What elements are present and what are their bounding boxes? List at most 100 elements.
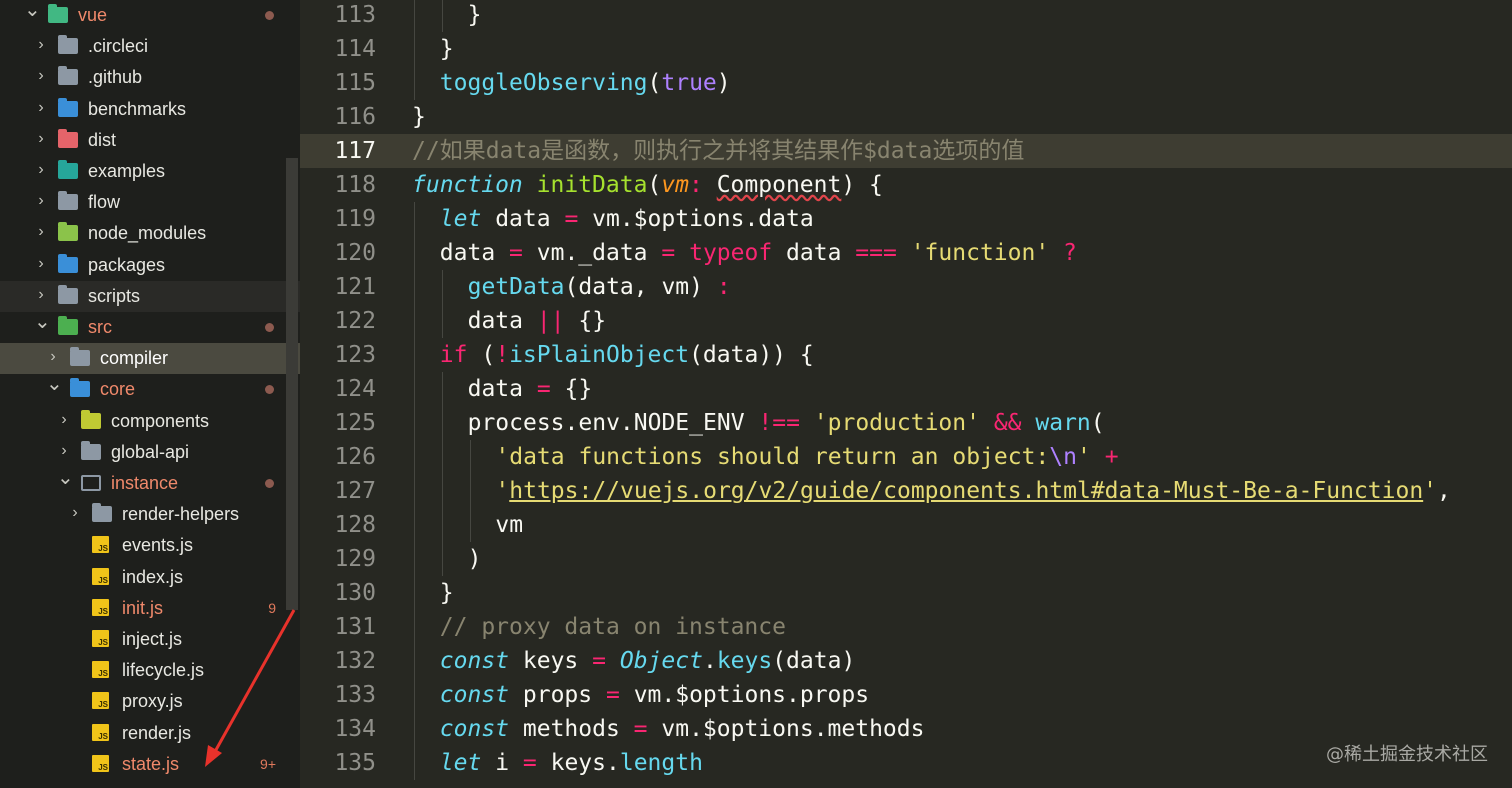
code-line[interactable]: 122 data || {} (300, 304, 1512, 338)
code-token: props (509, 682, 606, 708)
chevron-down-icon[interactable]: ⌄ (24, 0, 41, 20)
tree-item-global-api[interactable]: › global-api (0, 437, 300, 468)
indent-guide (414, 372, 415, 406)
code-token: = (661, 240, 676, 266)
chevron-right-icon[interactable]: › (34, 129, 48, 149)
chevron-right-icon[interactable]: › (34, 191, 48, 211)
indent-guide (441, 542, 443, 576)
code-line[interactable]: 124 data = {} (300, 372, 1512, 406)
tree-item-label: index.js (122, 567, 184, 587)
tree-item-src[interactable]: ⌄ src (0, 312, 300, 343)
code-line[interactable]: 115 toggleObserving(true) (300, 66, 1512, 100)
chevron-down-icon[interactable]: ⌄ (57, 468, 74, 488)
code-line[interactable]: 121 getData(data, vm) : (300, 270, 1512, 304)
indent-guide (441, 270, 443, 304)
tree-item-scripts[interactable]: › scripts (0, 281, 300, 312)
code-token: getData (467, 274, 565, 300)
code-line[interactable]: 116} (300, 100, 1512, 134)
code-line[interactable]: 118 function initData(vm: Component) { (300, 168, 1512, 202)
line-number: 128 (334, 512, 376, 538)
code-token: // proxy data on instance (439, 614, 786, 640)
chevron-right-icon[interactable]: › (34, 98, 48, 118)
code-line[interactable]: 127 'https://vuejs.org/v2/guide/component… (300, 474, 1512, 508)
code-line[interactable]: 119 let data = vm.$options.data (300, 202, 1512, 236)
line-number: 127 (334, 478, 376, 504)
chevron-right-icon[interactable]: › (46, 347, 60, 367)
tree-item-compiler[interactable]: › compiler (0, 343, 300, 374)
tree-item-components[interactable]: › components (0, 406, 300, 437)
code-line[interactable]: 126 'data functions should return an obje… (300, 440, 1512, 474)
tree-item-flow[interactable]: › flow (0, 187, 300, 218)
code-line[interactable]: 125 process.env.NODE_ENV !== 'production'… (300, 406, 1512, 440)
line-number: 131 (334, 614, 376, 640)
line-number: 133 (334, 682, 376, 708)
tree-item-core[interactable]: ⌄ core (0, 374, 300, 405)
tree-item-label: node_modules (88, 223, 207, 243)
tree-item-benchmarks[interactable]: › benchmarks (0, 94, 300, 125)
code-line[interactable]: 120 data = vm._data = typeof data === 'fu… (300, 236, 1512, 270)
tree-item-dist[interactable]: › dist (0, 125, 300, 156)
code-token: } (439, 580, 454, 606)
code-token: (data) (772, 648, 856, 674)
code-line[interactable]: 123 if (!isPlainObject(data)) { (300, 338, 1512, 372)
js-file-icon (92, 724, 109, 741)
chevron-right-icon[interactable]: › (34, 160, 48, 180)
chevron-right-icon[interactable]: › (57, 441, 71, 461)
js-file-icon (92, 568, 109, 585)
chevron-right-icon[interactable]: › (68, 503, 82, 523)
indent-guide (414, 236, 415, 270)
js-file-icon (92, 630, 109, 647)
tree-item-circleci[interactable]: › .circleci (0, 31, 300, 62)
indent-guide (469, 440, 471, 474)
code-line[interactable]: 117 //如果data是函数，则执行之并将其结果作$data选项的值 (300, 134, 1512, 168)
tree-item-events-js[interactable]: events.js (0, 530, 300, 561)
components-folder-icon (81, 410, 101, 429)
tree-item-index-js[interactable]: index.js (0, 562, 300, 593)
indent-guide (414, 610, 415, 644)
tree-item-vue[interactable]: ⌄ vue (0, 0, 300, 31)
indent-guide (441, 0, 443, 32)
code-line[interactable]: 113} (300, 0, 1512, 32)
tree-item-render-helpers[interactable]: › render-helpers (0, 499, 300, 530)
tree-item-github[interactable]: › .github (0, 62, 300, 93)
code-line[interactable]: 128 vm (300, 508, 1512, 542)
code-token: function (412, 172, 523, 198)
tree-item-examples[interactable]: › examples (0, 156, 300, 187)
tree-item-label: benchmarks (88, 99, 187, 119)
code-token: let (439, 750, 482, 776)
chevron-right-icon[interactable]: › (57, 410, 71, 430)
code-line[interactable]: 114} (300, 32, 1512, 66)
code-text: process.env.NODE_ENV !== 'production' &&… (468, 406, 1105, 440)
code-line[interactable]: 131 // proxy data on instance (300, 610, 1512, 644)
chevron-down-icon[interactable]: ⌄ (34, 312, 51, 332)
chevron-right-icon[interactable]: › (34, 254, 48, 274)
chevron-right-icon[interactable]: › (34, 66, 48, 86)
tree-item-node-modules[interactable]: › node_modules (0, 218, 300, 249)
chevron-right-icon[interactable]: › (34, 222, 48, 242)
tree-item-instance[interactable]: ⌄ instance (0, 468, 300, 499)
indent-guide (441, 304, 443, 338)
code-token: + (1104, 444, 1119, 470)
code-text: 'https://vuejs.org/v2/guide/components.h… (495, 474, 1451, 508)
code-line[interactable]: 132 const keys = Object.keys(data) (300, 644, 1512, 678)
tree-item-label: init.js (122, 598, 164, 618)
code-line[interactable]: 133 const props = vm.$options.props (300, 678, 1512, 712)
folder-icon (81, 441, 101, 460)
chevron-right-icon[interactable]: › (34, 285, 48, 305)
code-token: : (716, 274, 731, 300)
code-editor[interactable]: 113} 114} 115 toggleObserving(true) 116} 117/… (300, 0, 1512, 788)
tree-item-packages[interactable]: › packages (0, 250, 300, 281)
tree-item-label: examples (88, 161, 166, 181)
code-text: const keys = Object.keys(data) (440, 644, 856, 678)
code-token: vm._data (522, 240, 662, 266)
packages-folder-icon (58, 254, 78, 273)
tree-item-label: lifecycle.js (122, 660, 205, 680)
code-line[interactable]: 130} (300, 576, 1512, 610)
explorer-scrollbar[interactable] (286, 158, 298, 610)
chevron-right-icon[interactable]: › (34, 35, 48, 55)
code-text: } (440, 576, 454, 610)
chevron-down-icon[interactable]: ⌄ (46, 374, 63, 394)
code-line[interactable]: 129) (300, 542, 1512, 576)
